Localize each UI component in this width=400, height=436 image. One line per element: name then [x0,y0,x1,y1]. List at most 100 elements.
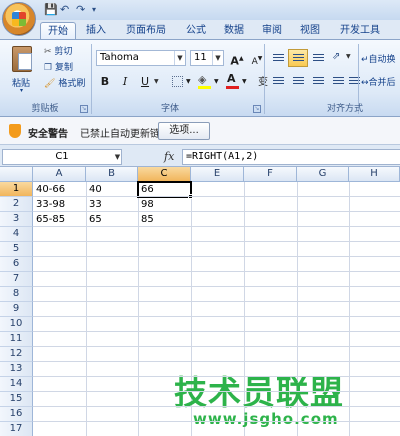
tab-page-layout[interactable]: 页面布局 [118,22,174,40]
cell-a3[interactable]: 65-85 [34,212,65,227]
tab-data[interactable]: 数据 [218,22,250,40]
column-header-b[interactable]: B [86,167,138,182]
quick-access-dropdown-icon[interactable]: ▾ [92,5,96,19]
row-header-13[interactable]: 13 [0,362,33,377]
chevron-down-icon: ▼ [346,53,351,60]
font-size-combo[interactable]: 11 ▼ [190,50,224,66]
tab-home[interactable]: 开始 [40,22,76,40]
merge-center-button[interactable]: ↔合并后 [361,75,396,88]
format-painter-button[interactable]: 🖌 格式刷 [44,76,85,89]
cut-button[interactable]: ✂ 剪切 [44,44,72,57]
cell-c2[interactable]: 98 [139,197,154,212]
tab-formulas[interactable]: 公式 [180,22,212,40]
chevron-down-icon: ▼ [186,78,191,85]
office-logo-icon [12,12,26,26]
row-header-14[interactable]: 14 [0,377,33,392]
chevron-down-icon[interactable]: ▼ [174,51,185,65]
options-button[interactable]: 选项... [158,122,210,140]
worksheet-grid[interactable]: A B C E F G H 40-66 40 66 33-98 33 98 65… [0,167,400,436]
merge-center-label: 合并后 [368,78,396,88]
font-name-value: Tahoma [100,52,139,63]
formula-input[interactable]: =RIGHT(A1,2) [182,149,400,165]
paste-button[interactable]: 粘贴 ▾ [10,46,36,94]
ribbon-tabs: 开始 插入 页面布局 公式 数据 审阅 视图 开发工具 [0,20,400,40]
border-button[interactable]: ▼ [168,72,194,90]
align-bottom-button[interactable] [308,49,328,67]
tab-developer[interactable]: 开发工具 [332,22,388,40]
row-header-17[interactable]: 17 [0,422,33,436]
font-launcher-icon[interactable]: ↘ [253,105,261,113]
cell-b1[interactable]: 40 [87,182,102,197]
column-header-g[interactable]: G [297,167,349,182]
cell-b2[interactable]: 33 [87,197,102,212]
title-bar: 💾 ↶ ↷ ▾ [0,0,400,20]
security-warning-message: 已禁止自动更新链接 [80,129,170,140]
row-header-10[interactable]: 10 [0,317,33,332]
group-divider [264,44,265,114]
chevron-down-icon[interactable]: ▼ [212,51,223,65]
align-left-button[interactable] [268,72,288,90]
align-right-button[interactable] [308,72,328,90]
underline-button[interactable]: U [136,72,154,90]
gridline [33,391,400,392]
cell-a1[interactable]: 40-66 [34,182,65,197]
gridline [33,331,400,332]
orientation-button[interactable]: ⇗ ▼ [328,49,354,67]
align-center-button[interactable] [288,72,308,90]
gridline [33,301,400,302]
font-name-combo[interactable]: Tahoma ▼ [96,50,186,66]
scissors-icon: ✂ [44,47,52,57]
chevron-down-icon[interactable]: ▼ [112,150,123,164]
column-header-e[interactable]: E [191,167,244,182]
office-button[interactable] [2,2,36,36]
row-header-16[interactable]: 16 [0,407,33,422]
row-header-8[interactable]: 8 [0,287,33,302]
paintbrush-icon: 🖌 [44,79,56,89]
italic-button[interactable]: I [116,72,134,90]
align-top-button[interactable] [268,49,288,67]
wrap-text-button[interactable]: ↵自动换 [361,52,396,65]
row-header-7[interactable]: 7 [0,272,33,287]
row-header-5[interactable]: 5 [0,242,33,257]
row-header-15[interactable]: 15 [0,392,33,407]
row-header-11[interactable]: 11 [0,332,33,347]
fill-color-swatch [198,86,211,89]
column-header-h[interactable]: H [349,167,400,182]
row-header-3[interactable]: 3 [0,212,33,227]
fill-color-button[interactable]: ◈ ▼ [196,72,222,90]
cell-c3[interactable]: 85 [139,212,154,227]
row-header-2[interactable]: 2 [0,197,33,212]
bold-button[interactable]: B [96,72,114,90]
clipboard-launcher-icon[interactable]: ↘ [80,105,88,113]
column-header-a[interactable]: A [33,167,86,182]
tab-view[interactable]: 视图 [294,22,326,40]
cell-b3[interactable]: 65 [87,212,102,227]
row-header-4[interactable]: 4 [0,227,33,242]
row-header-9[interactable]: 9 [0,302,33,317]
redo-icon[interactable]: ↷ [76,3,85,17]
underline-dropdown-icon[interactable]: ▼ [154,78,159,85]
column-header-c[interactable]: C [138,167,191,182]
select-all-corner[interactable] [0,167,33,182]
group-divider [91,44,92,114]
font-color-button[interactable]: A ▼ [224,72,250,90]
row-header-6[interactable]: 6 [0,257,33,272]
grow-font-button[interactable]: A▲ [228,49,246,68]
gridline [33,361,400,362]
align-middle-button[interactable] [288,49,308,67]
column-header-f[interactable]: F [244,167,297,182]
save-icon[interactable]: 💾 [44,3,58,17]
paste-icon [12,46,32,72]
copy-button[interactable]: ❐ 复制 [44,60,73,73]
cell-a2[interactable]: 33-98 [34,197,65,212]
name-box[interactable]: C1 ▼ [2,149,122,165]
tab-insert[interactable]: 插入 [80,22,112,40]
grow-font-label: A [230,54,239,68]
fx-icon[interactable]: fx [164,150,174,163]
copy-label: 复制 [54,63,73,73]
row-header-12[interactable]: 12 [0,347,33,362]
undo-icon[interactable]: ↶ [60,3,69,17]
tab-review[interactable]: 审阅 [256,22,288,40]
row-header-1[interactable]: 1 [0,182,33,197]
gridline [33,406,400,407]
